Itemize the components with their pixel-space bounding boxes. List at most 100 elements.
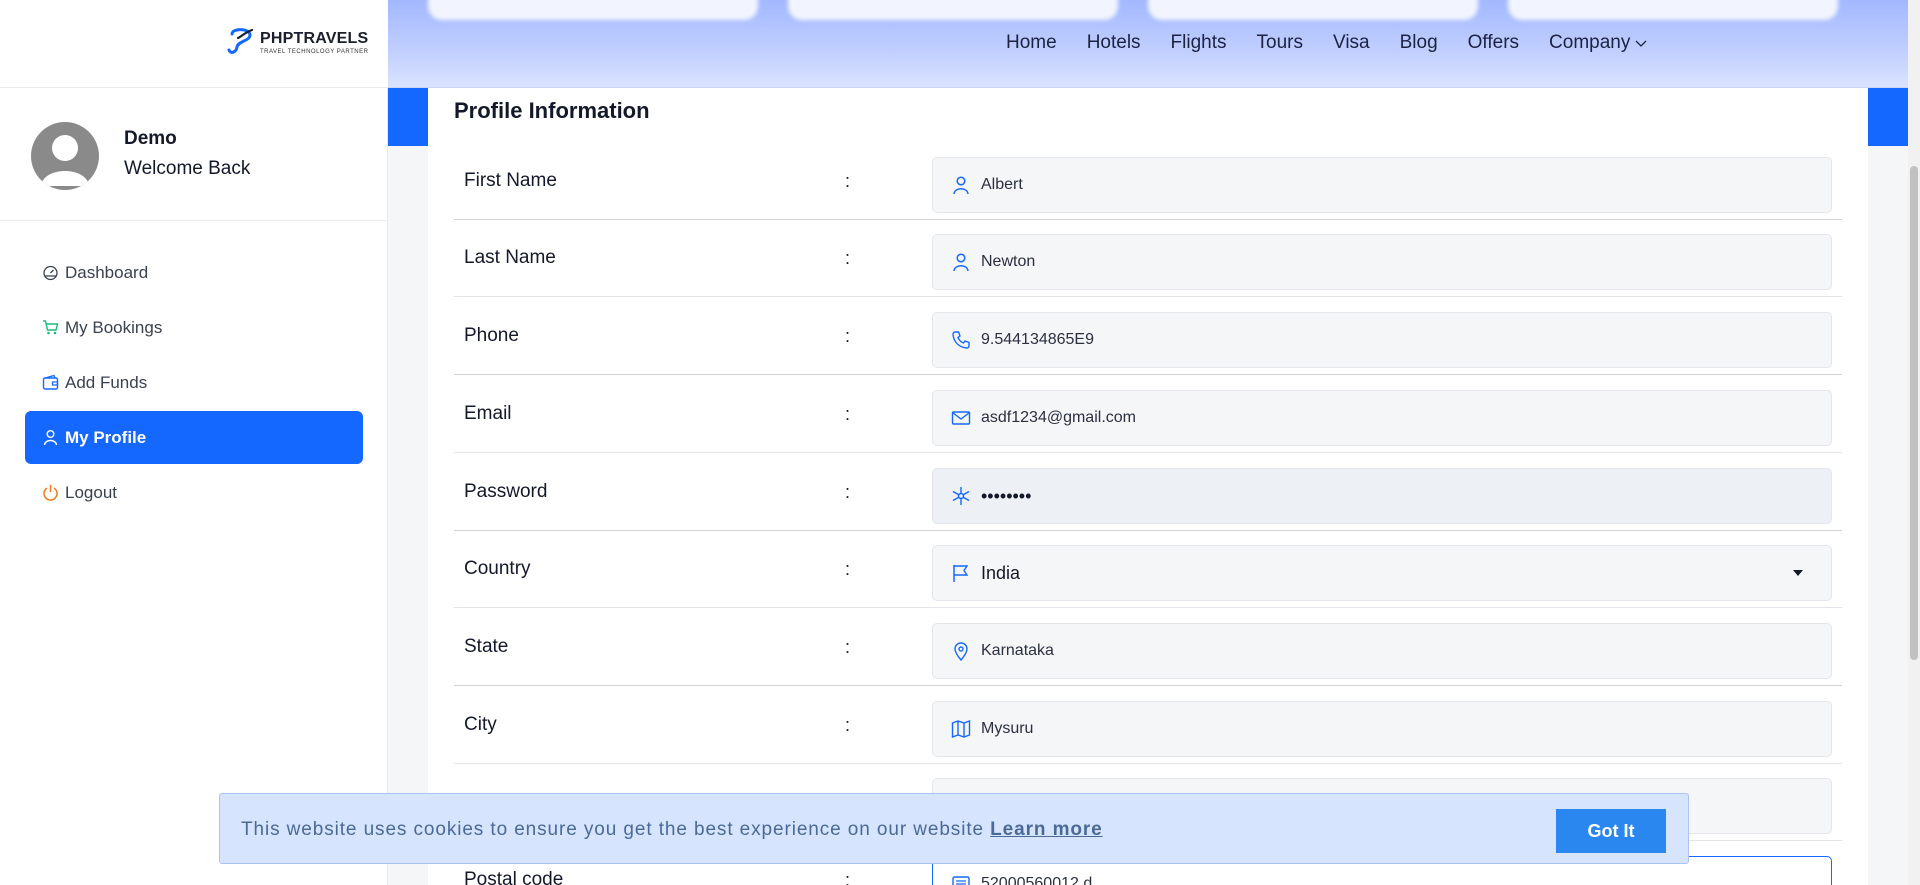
got-it-button[interactable]: Got It	[1556, 809, 1666, 853]
nav-home[interactable]: Home	[1006, 32, 1057, 54]
brand-name: PHPTRAVELS	[260, 29, 369, 47]
avatar	[31, 122, 99, 190]
profile-card: Profile Information First Name : Albert …	[428, 88, 1868, 885]
page-scrollbar[interactable]	[1908, 0, 1920, 885]
state-field[interactable]: Karnataka	[932, 623, 1832, 679]
user-name: Demo	[124, 128, 177, 149]
field-label: Email	[464, 403, 512, 424]
nav-blog[interactable]: Blog	[1400, 32, 1438, 54]
map-icon	[951, 720, 971, 738]
sidebar: Demo Welcome Back Dashboard My Bookings …	[0, 88, 388, 885]
cookie-message: This website uses cookies to ensure you …	[241, 819, 984, 840]
city-field[interactable]: Mysuru	[932, 701, 1832, 757]
field-value: asdf1234@gmail.com	[981, 409, 1136, 426]
email-field[interactable]: asdf1234@gmail.com	[932, 390, 1832, 446]
field-label: City	[464, 714, 497, 735]
field-label: Last Name	[464, 247, 556, 268]
page-title: Profile Information	[454, 98, 650, 123]
sidebar-menu: Dashboard My Bookings Add Funds My Profi…	[25, 246, 363, 521]
form-row-country: Country : India	[454, 531, 1842, 608]
sidebar-item-my-profile[interactable]: My Profile	[25, 411, 363, 464]
field-colon: :	[845, 171, 851, 191]
country-select[interactable]: India	[932, 545, 1832, 601]
power-icon	[43, 485, 58, 501]
avatar-silhouette-icon	[41, 135, 89, 186]
password-field[interactable]: ••••••••	[932, 468, 1832, 524]
sidebar-item-my-bookings[interactable]: My Bookings	[25, 301, 363, 354]
form-row-last-name: Last Name : Newton	[454, 220, 1842, 297]
field-colon: :	[845, 715, 851, 735]
first-name-field[interactable]: Albert	[932, 157, 1832, 213]
cookie-banner: This website uses cookies to ensure you …	[219, 793, 1689, 864]
last-name-field[interactable]: Newton	[932, 234, 1832, 290]
form-row-phone: Phone : 9.544134865E9	[454, 298, 1842, 375]
user-welcome: Welcome Back	[124, 158, 251, 179]
field-value: Albert	[981, 176, 1023, 193]
field-label: Phone	[464, 325, 519, 346]
scrollbar-thumb[interactable]	[1910, 166, 1918, 660]
nav-company-dropdown[interactable]: Company	[1549, 32, 1648, 54]
top-header: PHPTRAVELS TRAVEL TECHNOLOGY PARTNER Hom…	[0, 0, 1908, 88]
field-label: Password	[464, 481, 548, 502]
field-label: State	[464, 636, 509, 657]
field-value: 9.544134865E9	[981, 331, 1094, 348]
logo-mark-icon	[227, 28, 254, 54]
field-colon: :	[845, 326, 851, 346]
nav-hotels[interactable]: Hotels	[1087, 32, 1141, 54]
sidebar-item-dashboard[interactable]: Dashboard	[25, 246, 363, 299]
wallet-icon	[42, 374, 59, 390]
snowflake-icon	[952, 487, 970, 505]
sidebar-item-label: Add Funds	[65, 372, 148, 392]
nav-tours[interactable]: Tours	[1257, 32, 1303, 54]
flag-icon	[953, 565, 969, 582]
mail-icon	[951, 411, 971, 425]
nav-flights[interactable]: Flights	[1171, 32, 1227, 54]
field-colon: :	[845, 870, 851, 885]
panel-accent-left	[388, 88, 428, 146]
field-value: Newton	[981, 253, 1036, 270]
form-row-password: Password : ••••••••	[454, 454, 1842, 531]
field-value: 52000560012.d	[981, 875, 1093, 885]
dashboard-icon	[43, 265, 58, 281]
field-label: First Name	[464, 170, 557, 191]
nav-company-label: Company	[1549, 32, 1631, 53]
location-icon	[954, 642, 968, 661]
sidebar-item-label: Dashboard	[65, 262, 149, 282]
form-row-state: State : Karnataka	[454, 609, 1842, 686]
postcode-icon	[952, 876, 970, 885]
field-label: Postal code	[464, 869, 564, 885]
field-value: Karnataka	[981, 642, 1054, 659]
sidebar-item-label: Logout	[65, 482, 117, 502]
field-value: Mysuru	[981, 720, 1034, 737]
field-label: Country	[464, 558, 531, 579]
nav-visa[interactable]: Visa	[1333, 32, 1370, 54]
main-nav: Home Hotels Flights Tours Visa Blog Offe…	[1006, 32, 1648, 54]
user-summary: Demo Welcome Back	[0, 88, 387, 221]
sidebar-item-logout[interactable]: Logout	[25, 466, 363, 519]
form-row-email: Email : asdf1234@gmail.com	[454, 376, 1842, 453]
user-icon	[953, 176, 969, 195]
chevron-down-icon	[1635, 40, 1647, 47]
phone-icon	[952, 331, 970, 349]
form-row-first-name: First Name : Albert	[454, 143, 1842, 220]
caret-down-icon	[1793, 570, 1803, 576]
cart-icon	[43, 320, 59, 335]
sidebar-item-label: My Bookings	[65, 317, 163, 337]
field-value: India	[981, 562, 1021, 583]
field-colon: :	[845, 637, 851, 657]
sidebar-item-label: My Profile	[65, 427, 147, 447]
brand-logo[interactable]: PHPTRAVELS TRAVEL TECHNOLOGY PARTNER	[226, 26, 368, 58]
user-icon	[953, 253, 969, 272]
field-colon: :	[845, 559, 851, 579]
field-colon: :	[845, 248, 851, 268]
panel-accent-right	[1868, 88, 1908, 146]
learn-more-link[interactable]: Learn more	[990, 819, 1102, 840]
field-colon: :	[845, 404, 851, 424]
form-row-city: City : Mysuru	[454, 687, 1842, 764]
phone-field[interactable]: 9.544134865E9	[932, 312, 1832, 368]
sidebar-item-add-funds[interactable]: Add Funds	[25, 356, 363, 409]
field-value: ••••••••	[981, 485, 1032, 506]
nav-offers[interactable]: Offers	[1468, 32, 1519, 54]
brand-tagline: TRAVEL TECHNOLOGY PARTNER	[260, 48, 369, 55]
field-colon: :	[845, 482, 851, 502]
